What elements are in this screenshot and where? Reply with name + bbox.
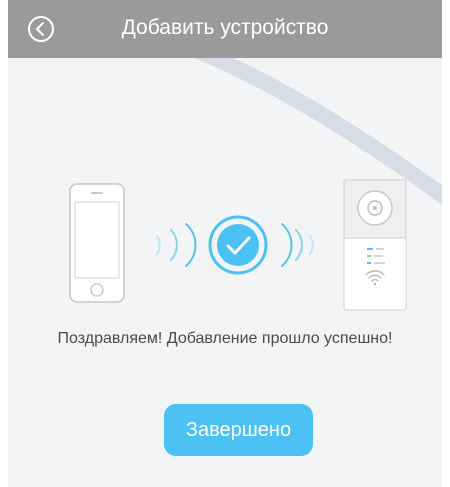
smartphone-icon: [69, 183, 125, 303]
checkmark-icon: [208, 215, 268, 275]
done-button[interactable]: Завершено: [164, 404, 313, 456]
header-bar: Добавить устройство: [8, 0, 442, 58]
signal-waves-left: [156, 223, 197, 267]
page-title: Добавить устройство: [121, 16, 329, 39]
pairing-illustration: [69, 179, 407, 311]
signal-waves-right: [281, 223, 314, 267]
camera-hub-icon: [343, 179, 407, 311]
success-message: Поздравляем! Добавление прошло успешно!: [57, 330, 393, 347]
add-device-screen: Добавить устройство Поздравляем! Добавле…: [8, 0, 442, 487]
